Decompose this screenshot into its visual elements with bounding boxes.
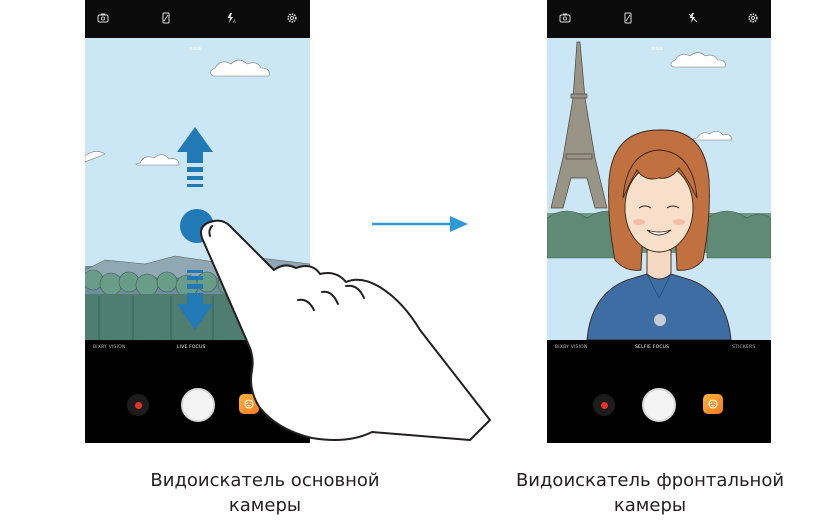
arrow-up-icon	[177, 127, 213, 187]
camera-modes: BIXBY VISION SELFIE FOCUS STICKERS	[547, 345, 771, 361]
arrow-down-icon	[177, 270, 213, 330]
front-viewfinder[interactable]: ▪▪▪	[547, 38, 771, 340]
camera-top-bar	[547, 0, 771, 38]
hand-illustration	[200, 219, 491, 441]
effect-indicator	[654, 314, 666, 326]
front-caption-line-1: Видоискатель фронтальной	[515, 470, 785, 491]
flash-off-icon[interactable]	[685, 10, 701, 26]
shutter-button[interactable]	[642, 388, 676, 422]
stickers-button[interactable]	[703, 394, 723, 414]
front-camera-phone: ▪▪▪ BIXBY VISION SELFIE FOCUS STICKERS	[547, 0, 771, 443]
rear-camera-caption: Видоискатель основной камеры	[150, 470, 380, 516]
mode-bixby-vision[interactable]: BIXBY VISION	[555, 345, 587, 350]
selfie-scene: ▪▪▪	[547, 38, 771, 340]
mode-stickers[interactable]: STICKERS	[732, 345, 755, 350]
stickers-icon	[708, 399, 718, 409]
record-icon	[600, 401, 608, 409]
switch-camera-icon[interactable]	[557, 10, 573, 26]
front-caption-line-2: камеры	[613, 495, 687, 516]
arrow-right-icon	[372, 216, 468, 232]
svg-text:▪▪▪: ▪▪▪	[651, 45, 663, 52]
ratio-icon[interactable]	[620, 10, 636, 26]
gear-icon[interactable]	[745, 10, 761, 26]
mode-selfie-focus[interactable]: SELFIE FOCUS	[635, 345, 669, 350]
record-button[interactable]	[593, 394, 615, 416]
front-camera-caption: Видоискатель фронтальной камеры	[500, 468, 800, 518]
camera-controls	[547, 378, 771, 428]
